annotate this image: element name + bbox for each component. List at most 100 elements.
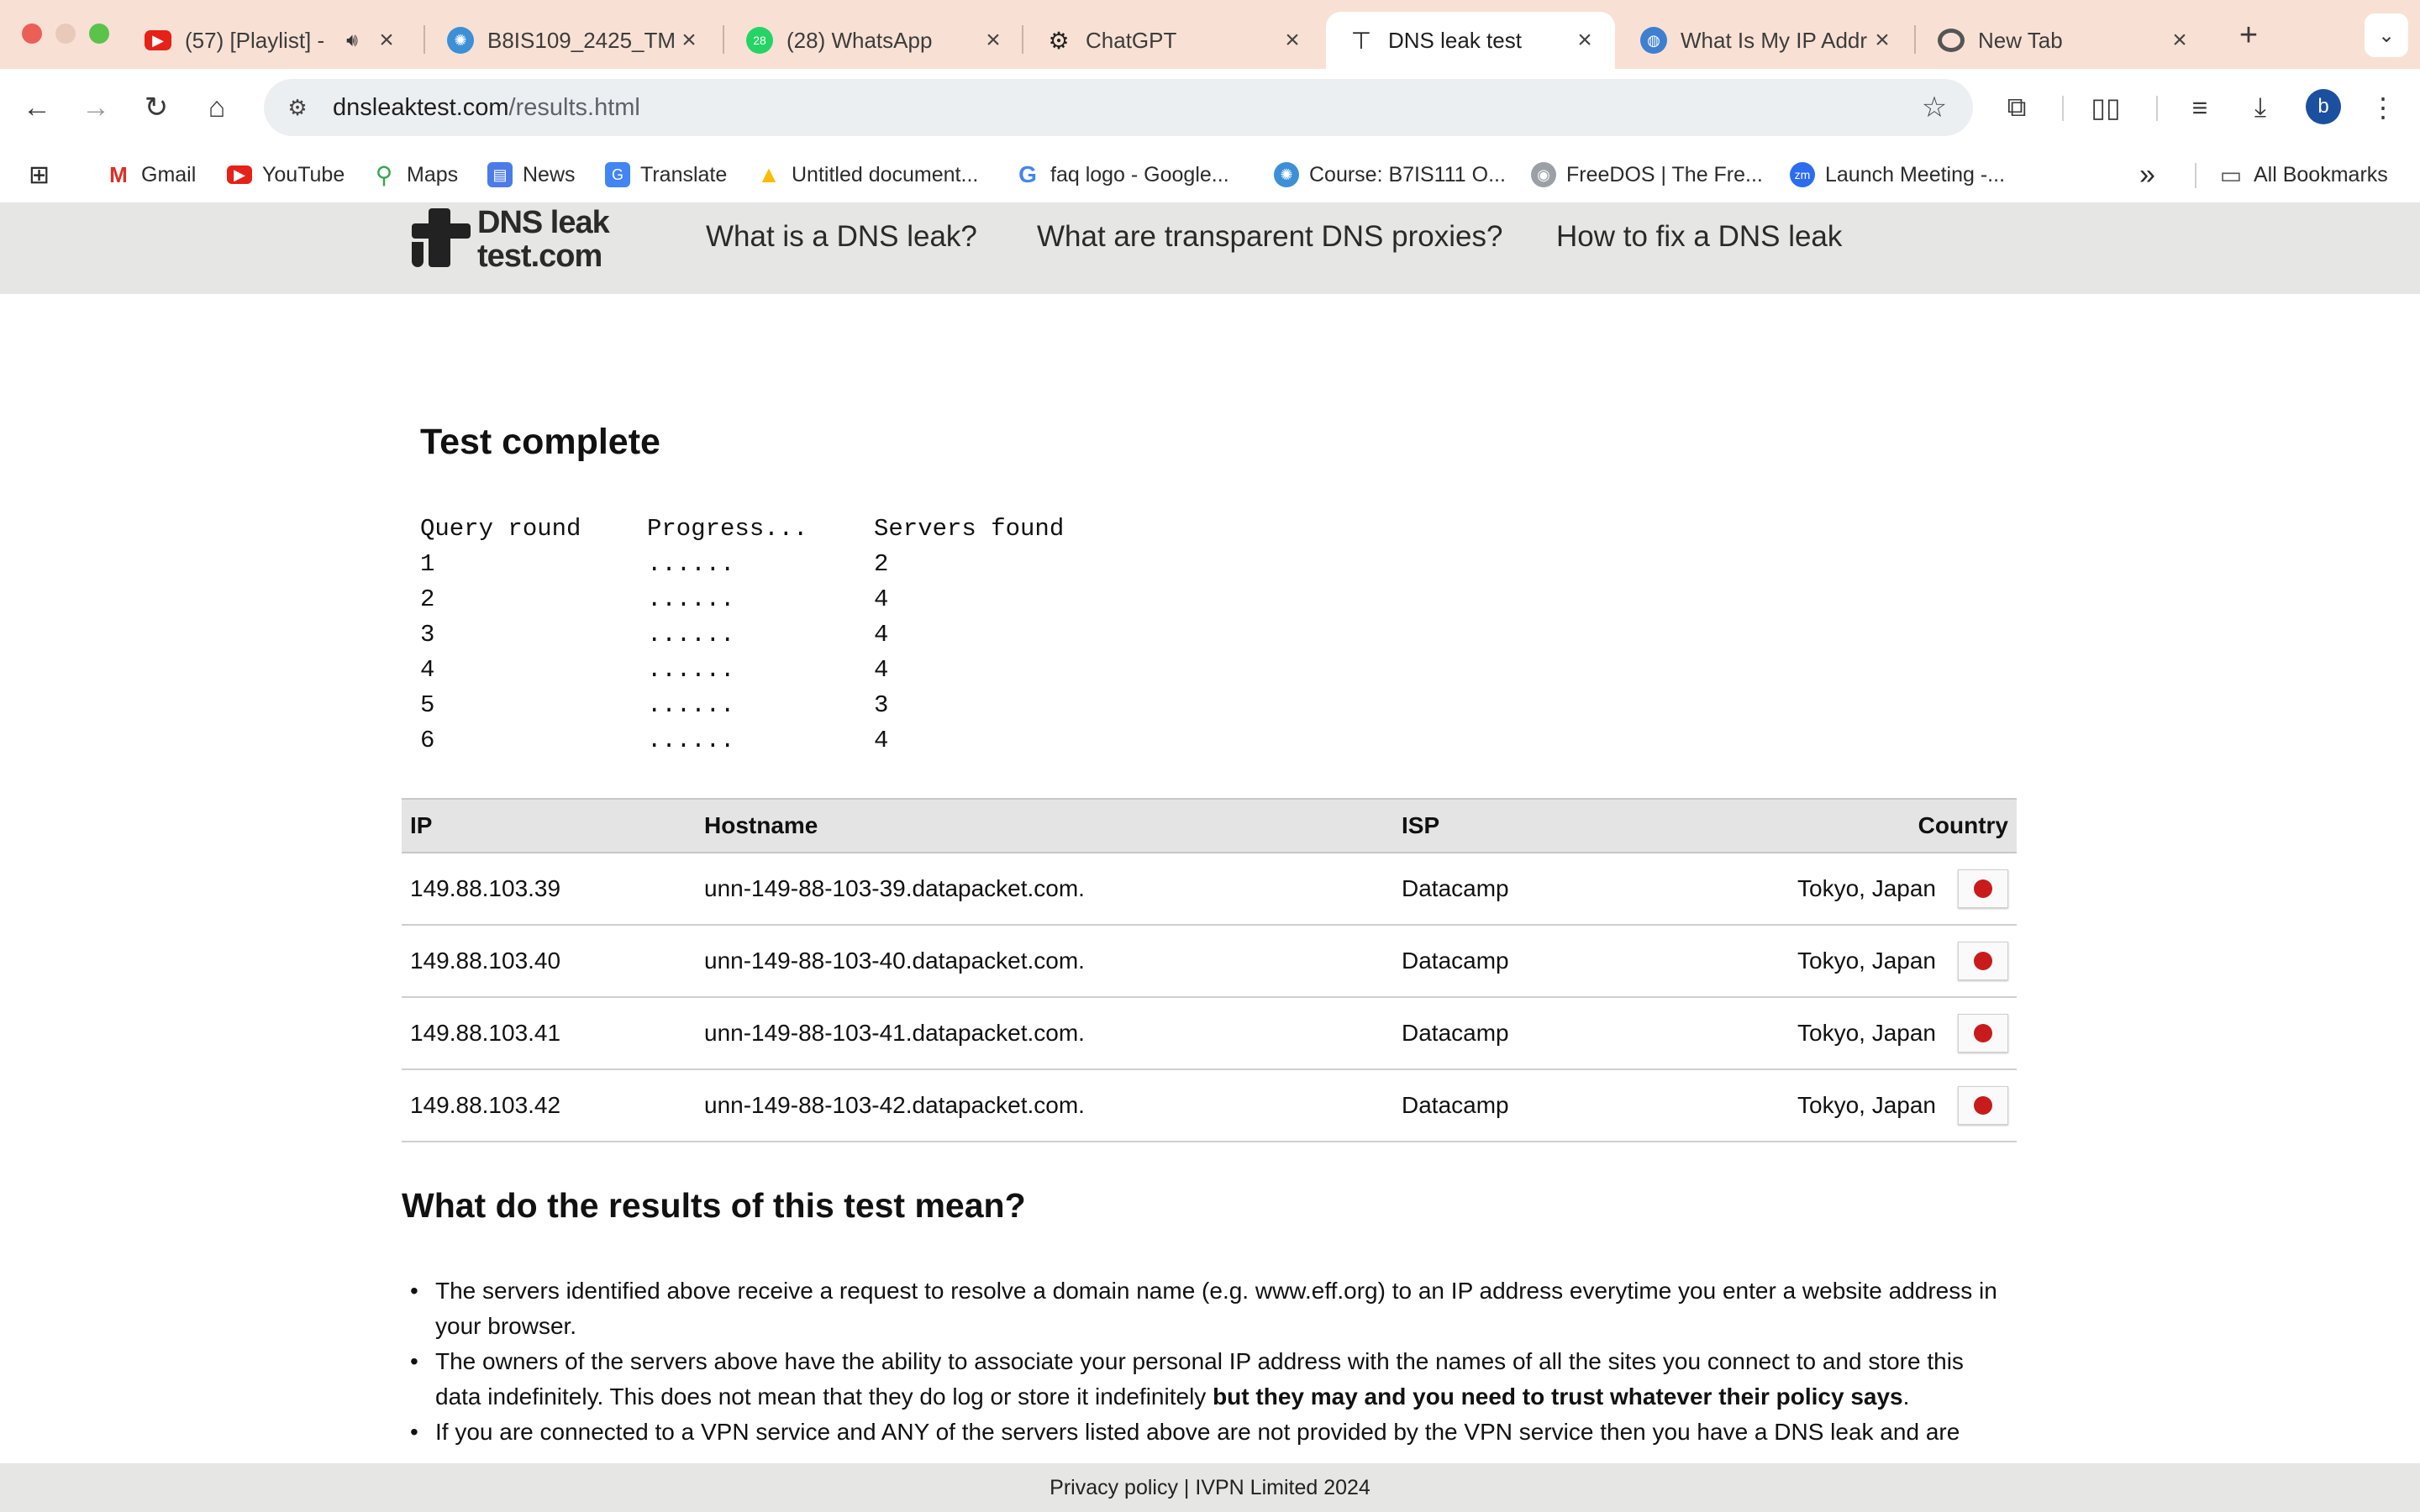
logo-line-2: test.com xyxy=(477,239,602,274)
ip-cell: 149.88.103.42 xyxy=(402,1069,696,1142)
query-round-row: 2...... 4 xyxy=(420,581,1126,617)
site-info-icon[interactable]: ⚙ xyxy=(279,89,316,126)
apps-grid-icon[interactable]: ⊞ xyxy=(29,156,50,193)
tab-search-chevron-icon[interactable]: ⌄ xyxy=(2365,13,2408,57)
bookmark-faq-logo[interactable]: G faq logo - Google... xyxy=(1015,156,1229,193)
tab-title: (28) WhatsApp xyxy=(786,27,933,53)
bookmark-maps[interactable]: ⚲ Maps xyxy=(371,156,458,193)
bookmark-course[interactable]: ✺ Course: B7IS111 O... xyxy=(1274,156,1506,193)
tab-new-tab[interactable]: New Tab × xyxy=(1916,12,2210,69)
all-bookmarks-folder[interactable]: ▭ All Bookmarks xyxy=(2218,156,2388,193)
tab-what-is-my-ip[interactable]: ◍ What Is My IP Addr × xyxy=(1618,12,1912,69)
window-minimize-button[interactable] xyxy=(55,24,76,44)
moodle-icon: ✺ xyxy=(447,27,474,54)
extensions-puzzle-icon[interactable]: ⧉ xyxy=(1995,86,2039,129)
hostname-cell: unn-149-88-103-39.datapacket.com. xyxy=(696,853,1393,926)
all-bookmarks-label: All Bookmarks xyxy=(2254,162,2388,186)
back-arrow-icon[interactable]: ← xyxy=(15,86,59,129)
tab-title: What Is My IP Addr xyxy=(1681,27,1868,53)
tap-logo-icon xyxy=(412,208,471,270)
tab-dns-leak-test[interactable]: ⊤ DNS leak test × xyxy=(1326,12,1615,69)
japan-flag-icon xyxy=(1958,942,2008,980)
new-tab-plus-icon[interactable]: + xyxy=(2227,13,2270,57)
column-hostname: Hostname xyxy=(696,798,1393,853)
japan-flag-icon xyxy=(1958,1014,2008,1053)
bookmark-translate[interactable]: G Translate xyxy=(605,156,727,193)
tab-chatgpt[interactable]: ⚙ ChatGPT × xyxy=(1023,12,1323,69)
query-round-row: 6...... 4 xyxy=(420,722,1126,758)
round-servers-found: 4 xyxy=(874,620,889,648)
window-close-button[interactable] xyxy=(22,24,42,44)
nav-how-to-fix[interactable]: How to fix a DNS leak xyxy=(1556,220,1842,254)
dns-tap-icon: ⊤ xyxy=(1350,27,1372,54)
query-round-row: 4...... 4 xyxy=(420,652,1126,687)
results-explanation-list: The servers identified above receive a r… xyxy=(410,1273,2015,1450)
site-logo[interactable]: DNS leak test.com xyxy=(412,206,630,274)
tab-title: New Tab xyxy=(1978,27,2063,53)
round-servers-found: 3 xyxy=(874,690,889,719)
country-cell: Tokyo, Japan xyxy=(1729,853,2017,926)
tab-moodle[interactable]: ✺ B8IS109_2425_TM × xyxy=(425,12,719,69)
download-icon[interactable]: ⤓ xyxy=(2238,86,2282,129)
country-text: Tokyo, Japan xyxy=(1797,1092,1936,1118)
isp-cell: Datacamp xyxy=(1393,997,1729,1070)
window-zoom-button[interactable] xyxy=(89,24,109,44)
address-bar[interactable]: ⚙ dnsleaktest.com/results.html ☆ xyxy=(264,79,1973,136)
isp-cell: Datacamp xyxy=(1393,925,1729,998)
media-controls-icon[interactable]: ≡ xyxy=(2178,86,2222,129)
nav-transparent-dns-proxies[interactable]: What are transparent DNS proxies? xyxy=(1037,220,1502,254)
forward-arrow-icon[interactable]: → xyxy=(74,86,118,129)
round-progress: ...... xyxy=(647,549,735,578)
close-tab-icon[interactable]: × xyxy=(2166,26,2193,55)
close-tab-icon[interactable]: × xyxy=(1571,26,1598,55)
maps-icon: ⚲ xyxy=(375,161,393,188)
tab-whatsapp[interactable]: 28 (28) WhatsApp × xyxy=(724,12,1023,69)
translate-icon: G xyxy=(605,162,630,187)
bookmark-label: Maps xyxy=(407,162,459,186)
explanation-text: . xyxy=(1902,1383,1910,1410)
close-tab-icon[interactable]: × xyxy=(676,26,702,55)
bookmark-label: YouTube xyxy=(262,162,345,186)
round-number: 4 xyxy=(420,655,435,684)
bookmark-label: faq logo - Google... xyxy=(1050,162,1229,186)
close-tab-icon[interactable]: × xyxy=(1869,26,1896,55)
profile-avatar[interactable]: b xyxy=(2306,89,2341,124)
bookmark-freedos[interactable]: ◉ FreeDOS | The Fre... xyxy=(1531,156,1763,193)
more-bookmarks-chevron-icon[interactable]: » xyxy=(2139,156,2155,193)
bookmark-star-icon[interactable]: ☆ xyxy=(1912,91,1956,124)
url-text[interactable]: dnsleaktest.com/results.html xyxy=(333,94,1912,122)
round-servers-found: 2 xyxy=(874,549,889,578)
globe-icon: ◍ xyxy=(1640,27,1667,54)
query-rounds-table: Query round Progress... Servers found 1.… xyxy=(420,511,1126,758)
close-tab-icon[interactable]: × xyxy=(1279,26,1306,55)
home-icon[interactable]: ⌂ xyxy=(195,86,239,129)
tab-youtube-playlist[interactable]: ▶ (57) [Playlist] - 🔊︎ × xyxy=(123,12,417,69)
table-row: 149.88.103.39 unn-149-88-103-39.datapack… xyxy=(402,853,2017,926)
bookmark-untitled-document[interactable]: ▲ Untitled document... xyxy=(756,156,978,193)
ip-cell: 149.88.103.40 xyxy=(402,925,696,998)
close-tab-icon[interactable]: × xyxy=(980,26,1007,55)
toolbar-divider xyxy=(2156,96,2158,121)
bookmark-label: FreeDOS | The Fre... xyxy=(1566,162,1763,186)
menu-kebab-icon[interactable]: ⋮ xyxy=(2361,86,2405,129)
reading-list-icon[interactable]: ▯▯ xyxy=(2084,86,2128,129)
query-rounds-header: Query round Progress... Servers found xyxy=(420,511,1126,546)
explanation-text: If you are connected to a VPN service an… xyxy=(435,1419,1960,1445)
round-progress: ...... xyxy=(647,620,735,648)
speaker-icon[interactable]: 🔊︎ xyxy=(346,29,358,51)
column-country: Country xyxy=(1729,798,2017,853)
bookmark-gmail[interactable]: M Gmail xyxy=(106,156,196,193)
ip-cell: 149.88.103.39 xyxy=(402,853,696,926)
bookmark-launch-meeting[interactable]: zm Launch Meeting -... xyxy=(1790,156,2005,193)
country-text: Tokyo, Japan xyxy=(1797,875,1936,901)
isp-cell: Datacamp xyxy=(1393,1069,1729,1142)
tab-title: DNS leak test xyxy=(1388,27,1522,53)
close-tab-icon[interactable]: × xyxy=(373,26,400,55)
bookmark-youtube[interactable]: ▶ YouTube xyxy=(227,156,345,193)
privacy-policy-link[interactable]: Privacy policy xyxy=(1050,1476,1178,1500)
round-number: 6 xyxy=(420,726,435,754)
nav-what-is-dns-leak[interactable]: What is a DNS leak? xyxy=(706,220,977,254)
reload-icon[interactable]: ↻ xyxy=(134,86,178,129)
bookmark-news[interactable]: ▤ News xyxy=(487,156,576,193)
folder-icon: ▭ xyxy=(2219,161,2243,188)
